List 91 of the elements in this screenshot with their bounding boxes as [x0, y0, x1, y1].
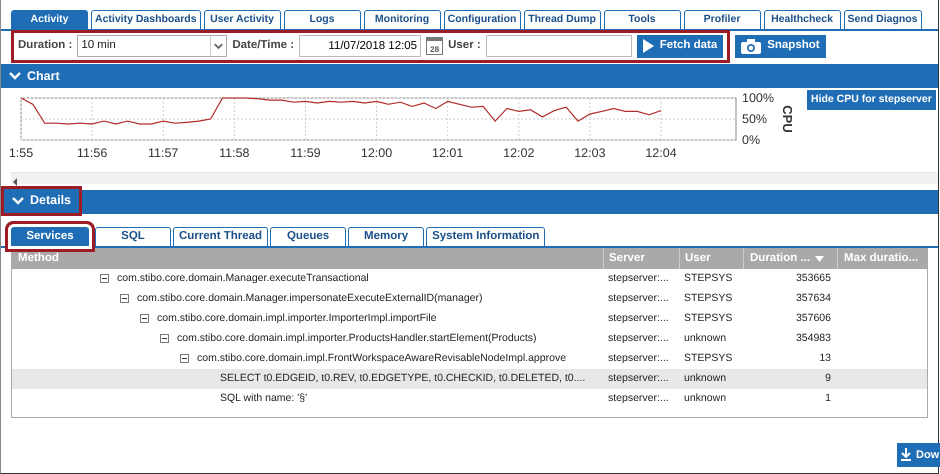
tab[interactable]: Logs — [284, 10, 361, 29]
download-icon — [900, 448, 912, 462]
x-tick-label: 11:59 — [290, 146, 321, 160]
table-cell-text: 353665 — [794, 271, 832, 286]
duration-label: Duration : — [18, 38, 72, 54]
tab[interactable]: Activity Dashboards — [91, 10, 201, 29]
tab[interactable]: Queues — [270, 227, 346, 246]
play-icon — [642, 39, 654, 53]
table-cell-text: unknown — [683, 331, 728, 346]
table-row[interactable]: com.stibo.core.domain.impl.FrontWorkspaceAwareRevisableNodeImpl.approve stepserver:... STEPSYS 13 — [12, 349, 927, 369]
method-name: SQL with name: '§' — [220, 392, 308, 404]
hide-cpu-button[interactable]: Hide CPU for stepserver — [807, 90, 936, 110]
tab[interactable]: Tools — [604, 10, 681, 29]
table-cell-text: 9 — [824, 371, 832, 386]
table-cell-text: 1 — [824, 391, 832, 406]
table-cell-text: STEPSYS — [683, 351, 734, 366]
collapse-toggle-icon[interactable] — [140, 314, 149, 323]
x-tick-label: 12:04 — [645, 146, 677, 160]
y-tick-label: 50% — [742, 112, 768, 126]
x-tick-label: 11:58 — [219, 146, 250, 160]
chevron-down-icon[interactable] — [9, 71, 21, 81]
sort-down-icon — [815, 256, 824, 262]
table-row[interactable]: com.stibo.core.domain.impl.importer.ImporterImpl.importFile stepserver:... STEPSYS 357606 — [12, 309, 927, 329]
y-tick-label: 100% — [742, 91, 774, 105]
x-tick-label: 11:57 — [148, 146, 178, 160]
y-tick-label: 0% — [742, 133, 760, 147]
tab[interactable]: SQL — [95, 227, 171, 246]
table-cell-text: stepserver:... — [607, 391, 670, 406]
collapse-toggle-icon[interactable] — [120, 294, 129, 303]
section-header[interactable]: Chart — [1, 64, 938, 88]
collapse-toggle-icon[interactable] — [160, 334, 169, 343]
y-axis-label: CPU — [780, 105, 795, 133]
scroll-left-icon[interactable] — [12, 178, 18, 186]
chevron-down-icon[interactable] — [12, 196, 24, 206]
table-cell-text: 354983 — [794, 331, 832, 346]
table-cell-text: STEPSYS — [683, 291, 734, 306]
tab[interactable]: System Information — [426, 227, 546, 246]
tab[interactable]: Send Diagnos — [844, 10, 922, 29]
method-name: SELECT t0.EDGEID, t0.REV, t0.EDGETYPE, t0.CHECKID, t0.DELETED, t0.... — [220, 372, 586, 384]
datetime-field[interactable]: 11/07/2018 12:05 — [299, 35, 422, 57]
tab[interactable]: User Activity — [204, 10, 281, 29]
x-tick-label: 1:55 — [8, 146, 34, 160]
x-tick-label: 12:01 — [432, 146, 464, 160]
tab[interactable]: Configuration — [444, 10, 521, 29]
table-cell-text: stepserver:... — [607, 271, 670, 286]
x-tick-label: 11:56 — [76, 146, 108, 160]
table-cell-text: stepserver:... — [607, 311, 670, 326]
table-cell-text: unknown — [683, 391, 728, 406]
horizontal-scrollbar[interactable] — [11, 172, 938, 184]
table-cell-text: STEPSYS — [683, 311, 734, 326]
table-cell-text: stepserver:... — [607, 371, 670, 386]
section-header[interactable]: Details — [1, 186, 82, 216]
x-tick-label: 12:02 — [503, 146, 534, 160]
download-button[interactable]: Dow — [897, 443, 940, 467]
table-row[interactable]: com.stibo.core.domain.Manager.impersonateExecuteExternalID(manager) stepserver:... STEPSYS 357634 — [12, 289, 927, 309]
tab[interactable]: Current Thread — [173, 227, 268, 246]
fetch-data-button[interactable]: Fetch data — [636, 34, 724, 58]
method-name: com.stibo.core.domain.impl.importer.ImporterImpl.importFile — [157, 312, 437, 324]
tab[interactable]: Profiler — [684, 10, 761, 29]
table-row[interactable]: SQL with name: '§' stepserver:... unknown 1 — [12, 389, 927, 409]
tab[interactable]: Activity — [11, 10, 88, 29]
snapshot-button[interactable]: Snapshot — [735, 34, 826, 58]
table-cell-text: 357634 — [794, 291, 832, 306]
table-cell-text: STEPSYS — [683, 271, 734, 286]
user-label: User : — [448, 38, 481, 54]
calendar-icon[interactable]: 28 — [426, 37, 444, 55]
method-name: com.stibo.core.domain.impl.FrontWorkspaceAwareRevisableNodeImpl.approve — [197, 352, 566, 364]
table-row[interactable]: com.stibo.core.domain.Manager.executeTransactional stepserver:... STEPSYS 353665 — [12, 269, 927, 289]
collapse-toggle-icon[interactable] — [100, 274, 109, 283]
tab[interactable]: Thread Dump — [524, 10, 601, 29]
tab[interactable]: Memory — [348, 227, 424, 246]
tab[interactable]: Monitoring — [364, 10, 441, 29]
collapse-toggle-icon[interactable] — [180, 354, 189, 363]
user-field[interactable] — [486, 35, 632, 57]
duration-dropdown[interactable]: 10 min — [77, 35, 228, 57]
table-cell-text: stepserver:... — [607, 351, 670, 366]
table-row[interactable]: com.stibo.core.domain.impl.importer.ProductsHandler.startElement(Products) stepserver:... unknown 354983 — [12, 329, 927, 349]
method-name: com.stibo.core.domain.Manager.executeTransactional — [117, 272, 369, 284]
table-cell-text: 357606 — [794, 311, 832, 326]
table-row[interactable]: SELECT t0.EDGEID, t0.REV, t0.EDGETYPE, t0.CHECKID, t0.DELETED, t0.... stepserver:... unknown 9 — [12, 369, 927, 389]
method-name: com.stibo.core.domain.Manager.impersonateExecuteExternalID(manager) — [137, 292, 483, 304]
table-cell-text: unknown — [683, 371, 728, 386]
method-name: com.stibo.core.domain.impl.importer.ProductsHandler.startElement(Products) — [177, 332, 536, 344]
x-tick-label: 12:00 — [360, 146, 392, 160]
tab[interactable]: Healthcheck — [764, 10, 841, 29]
table-cell-text: stepserver:... — [607, 291, 670, 306]
x-tick-label: 12:03 — [574, 146, 606, 160]
datetime-label: Date/Time : — [232, 38, 294, 54]
table-cell-text: 13 — [818, 351, 832, 366]
table-cell-text: stepserver:... — [607, 331, 670, 346]
camera-icon — [741, 38, 762, 54]
